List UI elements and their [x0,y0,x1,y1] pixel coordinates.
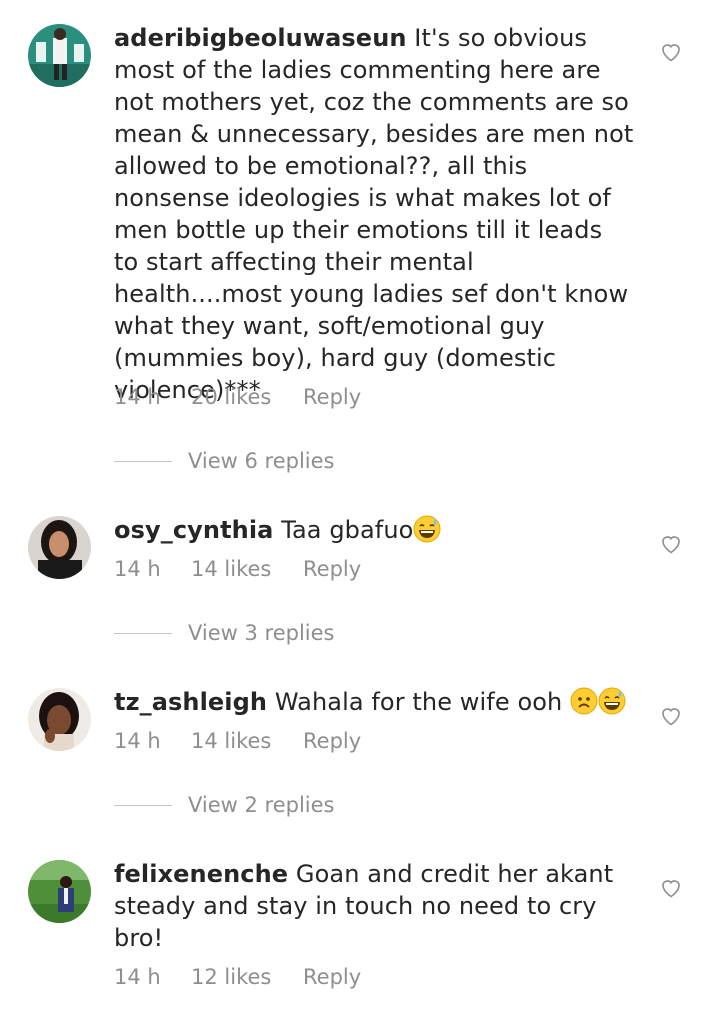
comment-meta: 14 h 12 likes Reply [114,965,361,989]
replies-divider [114,804,172,806]
comment-text: tz_ashleigh Wahala for the wife ooh [114,686,634,718]
replies-divider [114,632,172,634]
view-replies-button[interactable]: View 2 replies [114,793,335,817]
comment-body: It's so obvious most of the ladies comme… [114,24,634,404]
reply-button[interactable]: Reply [303,557,361,581]
reply-button[interactable]: Reply [303,965,361,989]
reply-button[interactable]: Reply [303,729,361,753]
comment-body: Taa gbafuo [281,516,414,544]
comment-text: felixenenche Goan and credit her akant s… [114,858,634,954]
comment-meta: 14 h 14 likes Reply [114,729,361,753]
comment-text: osy_cynthia Taa gbafuo [114,514,634,546]
avatar[interactable] [28,24,91,87]
avatar[interactable] [28,860,91,923]
comment-meta: 14 h 20 likes Reply [114,385,361,409]
worried-face-emoji-icon [570,687,598,715]
comment-text: aderibigbeoluwaseun It's so obvious most… [114,22,634,406]
likes-count[interactable]: 14 likes [191,557,303,581]
username[interactable]: felixenenche [114,860,288,888]
grinning-sweat-emoji-icon [413,515,441,543]
avatar[interactable] [28,688,91,751]
likes-count[interactable]: 14 likes [191,729,303,753]
view-replies-label: View 2 replies [188,793,335,817]
replies-divider [114,460,172,462]
comment-meta: 14 h 14 likes Reply [114,557,361,581]
username[interactable]: osy_cynthia [114,516,273,544]
view-replies-button[interactable]: View 6 replies [114,449,335,473]
comment-time: 14 h [114,965,161,989]
likes-count[interactable]: 12 likes [191,965,303,989]
view-replies-button[interactable]: View 3 replies [114,621,335,645]
like-heart-icon[interactable] [659,532,683,556]
like-heart-icon[interactable] [659,704,683,728]
view-replies-label: View 3 replies [188,621,335,645]
avatar[interactable] [28,516,91,579]
comment-time: 14 h [114,385,161,409]
username[interactable]: aderibigbeoluwaseun [114,24,407,52]
likes-count[interactable]: 20 likes [191,385,303,409]
comment-time: 14 h [114,729,161,753]
like-heart-icon[interactable] [659,876,683,900]
like-heart-icon[interactable] [659,40,683,64]
grinning-sweat-emoji-icon [598,687,626,715]
username[interactable]: tz_ashleigh [114,688,267,716]
reply-button[interactable]: Reply [303,385,361,409]
comment-time: 14 h [114,557,161,581]
view-replies-label: View 6 replies [188,449,335,473]
comment-body: Wahala for the wife ooh [274,688,563,716]
